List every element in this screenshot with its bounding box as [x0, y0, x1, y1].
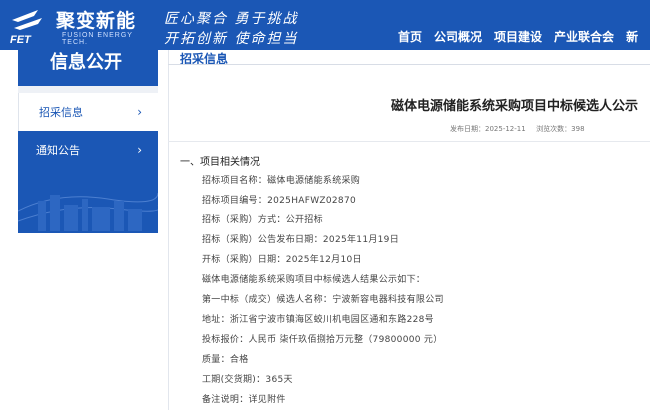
building-illustration-icon	[18, 192, 158, 231]
sidebar-spacer	[18, 86, 158, 93]
content-line: 招标项目编号：2025HAFWZ02870	[202, 196, 357, 206]
sidebar-item-notices[interactable]: 通知公告 ›	[18, 131, 158, 169]
sidebar-item-label: 招采信息	[39, 106, 83, 119]
content-line: 地址：浙江省宁波市镇海区蛟川机电园区通和东路228号	[202, 315, 434, 325]
content-line: 招标（采购）方式：公开招标	[202, 215, 323, 225]
content-line: 招标（采购）公告发布日期：2025年11月19日	[202, 235, 400, 245]
section-underline	[168, 64, 650, 65]
nav-home[interactable]: 首页	[398, 28, 422, 45]
sidebar-title: 信息公开	[18, 50, 158, 86]
slogan-line-2: 开拓创新 使命担当	[164, 31, 299, 47]
view-count: 浏览次数：398	[536, 125, 585, 133]
content-line: 招标项目名称：磁体电源储能系统采购	[202, 176, 361, 186]
logo-mark-text: FET	[10, 34, 32, 46]
publish-date: 发布日期：2025-12-11	[450, 125, 526, 133]
content-line: 开标（采购）日期：2025年12月10日	[202, 255, 362, 265]
nav-news[interactable]: 新	[626, 28, 638, 45]
site-header: FET 聚变新能 FUSION ENERGY TECH. 匠心聚合 勇于挑战 开…	[0, 0, 650, 50]
content-line: 第一中标（成交）候选人名称：宁波新容电器科技有限公司	[202, 295, 444, 305]
logo-title: 聚变新能	[56, 10, 137, 32]
content-divider	[168, 50, 169, 410]
fet-logo-icon: FET	[10, 10, 42, 46]
content-line: 投标报价：人民币 柒仟玖佰捌拾万元整（79800000 元）	[202, 335, 443, 345]
meta-divider	[168, 141, 650, 142]
content-line: 工期(交货期)：365天	[202, 375, 293, 385]
section-heading: 一、项目相关情况	[180, 157, 260, 168]
main-nav: 首页 公司概况 项目建设 产业联合会 新	[398, 28, 650, 45]
nav-industry-alliance[interactable]: 产业联合会	[554, 28, 614, 45]
slogan-line-1: 匠心聚合 勇于挑战	[164, 11, 299, 27]
sidebar-item-procurement[interactable]: 招采信息 ›	[18, 93, 158, 131]
sidebar-lower-panel: 通知公告 ›	[18, 131, 158, 233]
content-line: 质量：合格	[202, 355, 249, 365]
nav-company-overview[interactable]: 公司概况	[434, 28, 482, 45]
site-logo[interactable]: FET 聚变新能 FUSION ENERGY TECH.	[0, 0, 160, 50]
logo-subtitle: FUSION ENERGY TECH.	[62, 32, 133, 46]
sidebar-item-label: 通知公告	[36, 144, 80, 157]
content-line: 磁体电源储能系统采购项目中标候选人结果公示如下：	[202, 275, 426, 285]
nav-project-construction[interactable]: 项目建设	[494, 28, 542, 45]
chevron-right-icon: ›	[137, 143, 142, 157]
article-meta: 发布日期：2025-12-11 浏览次数：398	[450, 124, 585, 134]
content-line: 备注说明：详见附件	[202, 395, 286, 405]
article-title: 磁体电源储能系统采购项目中标候选人公示	[390, 99, 638, 114]
chevron-right-icon: ›	[137, 105, 142, 119]
